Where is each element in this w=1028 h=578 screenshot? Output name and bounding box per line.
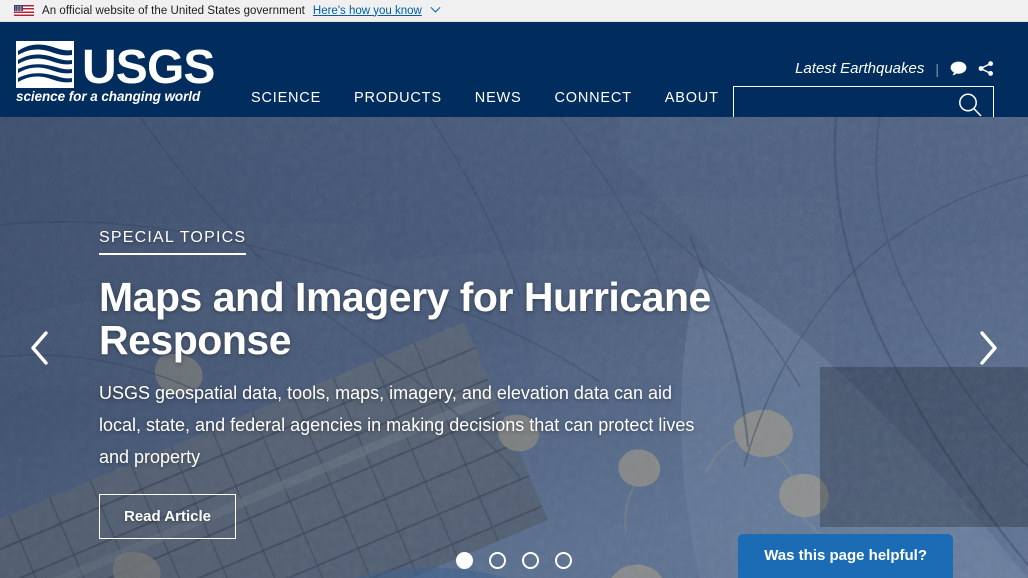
carousel-dot-3[interactable] xyxy=(522,552,539,569)
usgs-wordmark: USGS xyxy=(82,40,215,94)
hero-carousel: N SPECIAL TOPICS Maps and Imagery for Hu… xyxy=(0,117,1028,578)
nav-item-science[interactable]: SCIENCE xyxy=(251,90,321,106)
carousel-dot-4[interactable] xyxy=(555,552,572,569)
read-article-button[interactable]: Read Article xyxy=(99,494,236,540)
usgs-wave-mark-icon xyxy=(16,41,74,88)
nav-item-products[interactable]: PRODUCTS xyxy=(354,90,442,106)
carousel-dots xyxy=(456,552,572,569)
hero-title: Maps and Imagery for Hurricane Response xyxy=(99,274,711,364)
search-icon xyxy=(959,93,982,117)
hero-eyebrow: SPECIAL TOPICS xyxy=(99,229,247,255)
hero-content: SPECIAL TOPICS Maps and Imagery for Hurr… xyxy=(99,229,739,540)
chevron-down-icon[interactable] xyxy=(430,2,441,13)
utility-separator: | xyxy=(935,60,939,77)
carousel-dot-1[interactable] xyxy=(456,552,473,569)
nav-item-connect[interactable]: CONNECT xyxy=(555,90,632,106)
main-navigation: SCIENCE PRODUCTS NEWS CONNECT ABOUT xyxy=(251,90,719,106)
government-banner-text: An official website of the United States… xyxy=(42,4,305,17)
usgs-logo[interactable]: USGS science for a changing world xyxy=(16,41,215,106)
government-banner: An official website of the United States… xyxy=(0,0,1028,22)
carousel-dot-2[interactable] xyxy=(489,552,506,569)
hero-description: USGS geospatial data, tools, maps, image… xyxy=(99,383,695,468)
usgs-tagline: science for a changing world xyxy=(16,89,201,104)
chevron-left-icon xyxy=(31,330,48,365)
how-you-know-link[interactable]: Here's how you know xyxy=(313,5,422,17)
share-icon[interactable] xyxy=(978,61,994,76)
feedback-button[interactable]: Was this page helpful? xyxy=(738,534,953,578)
nav-item-about[interactable]: ABOUT xyxy=(665,90,719,106)
carousel-prev-button[interactable] xyxy=(18,324,62,372)
chevron-right-icon xyxy=(980,330,997,365)
latest-earthquakes-link[interactable]: Latest Earthquakes xyxy=(795,60,924,77)
us-flag-icon xyxy=(14,5,34,16)
site-header: USGS science for a changing world SCIENC… xyxy=(0,22,1028,123)
utility-bar: Latest Earthquakes | xyxy=(795,60,994,77)
nav-item-news[interactable]: NEWS xyxy=(475,90,522,106)
speech-bubble-icon[interactable] xyxy=(950,61,967,76)
carousel-next-button[interactable] xyxy=(966,324,1010,372)
